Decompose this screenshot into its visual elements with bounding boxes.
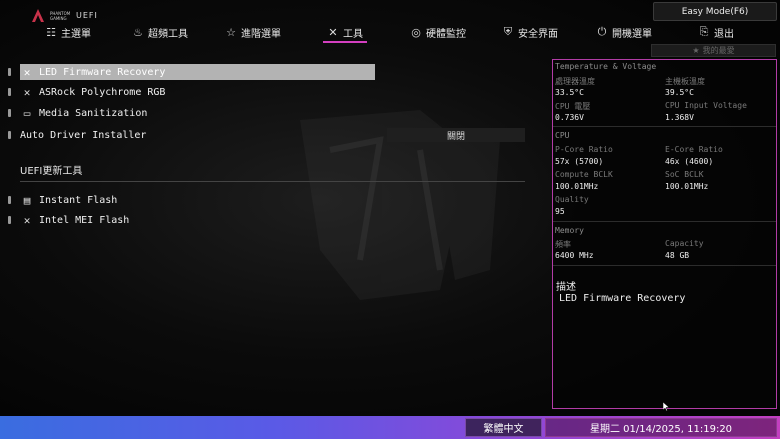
favorites-button[interactable]: ★ 我的最愛 — [651, 44, 776, 57]
item-marker — [8, 131, 11, 139]
compute-bclk-label: Compute BCLK — [555, 170, 613, 179]
menu-item-label: LED Firmware Recovery — [39, 66, 166, 78]
pcore-value: 57x (5700) — [555, 157, 604, 166]
cpu-heading: CPU — [555, 131, 570, 140]
menu-item-intel-mei-flash[interactable]: ✕ Intel MEI Flash — [8, 212, 368, 228]
uefi-label: UEFI — [76, 11, 98, 20]
tab-boot[interactable]: ⏻ 開機選單 — [596, 22, 652, 42]
cpu-voltage-label: CPU 電壓 — [555, 102, 591, 111]
tools-icon: ✕ — [328, 25, 338, 39]
mem-capacity-value: 48 GB — [665, 251, 690, 260]
tools-icon: ✕ — [23, 85, 31, 99]
menu-item-instant-flash[interactable]: ▤ Instant Flash — [8, 192, 368, 208]
star-icon: ★ — [692, 46, 700, 55]
menu-item-auto-driver-installer[interactable]: Auto Driver Installer 關閉 — [8, 127, 525, 143]
description-heading: 描述 — [556, 282, 576, 293]
item-marker — [8, 88, 11, 96]
cpu-voltage-value: 0.736V — [555, 113, 584, 122]
item-marker — [8, 196, 11, 204]
mouse-cursor-icon — [663, 402, 669, 411]
power-icon: ⏻ — [597, 25, 607, 38]
description-text: LED Firmware Recovery — [559, 293, 686, 304]
tab-exit[interactable]: ⎘ 退出 — [698, 22, 734, 42]
rom-icon: ▤ — [23, 193, 31, 207]
star-icon: ☆ — [226, 25, 236, 39]
panel-divider — [553, 265, 776, 266]
quality-label: Quality — [555, 195, 589, 204]
item-marker — [8, 68, 11, 76]
temp-voltage-heading: Temperature & Voltage — [555, 62, 657, 71]
tab-oc-label: 超頻工具 — [148, 28, 188, 40]
mem-freq-value: 6400 MHz — [555, 251, 594, 260]
menu-item-led-firmware-recovery[interactable]: ✕ LED Firmware Recovery — [8, 64, 375, 80]
tab-security-label: 安全界面 — [518, 28, 558, 40]
pcore-label: P-Core Ratio — [555, 145, 613, 154]
favorites-label: 我的最愛 — [702, 46, 735, 55]
menu-item-label: Intel MEI Flash — [39, 214, 130, 226]
compute-bclk-value: 100.01MHz — [555, 182, 599, 191]
menu-item-label: Media Sanitization — [39, 107, 148, 119]
tools-icon: ✕ — [23, 65, 31, 79]
menu-item-label: Auto Driver Installer — [20, 129, 147, 141]
mem-capacity-label: Capacity — [665, 239, 704, 248]
date-time-display: 星期二 01/14/2025, 11:19:20 — [545, 418, 777, 437]
soc-bclk-value: 100.01MHz — [665, 182, 709, 191]
tab-main[interactable]: ☷ 主選單 — [45, 22, 91, 42]
language-button[interactable]: 繁體中文 — [465, 418, 542, 437]
tools-icon: ✕ — [23, 213, 31, 227]
logo-text: PHANTOM GAMING — [50, 11, 71, 21]
tab-tools-label: 工具 — [343, 28, 363, 40]
status-panel: Temperature & Voltage 處理器溫度 33.5°C 主機板溫度… — [552, 59, 777, 409]
section-divider — [20, 181, 525, 182]
menu-item-label: Instant Flash — [39, 194, 118, 206]
tab-security[interactable]: ⛨ 安全界面 — [502, 22, 558, 42]
menu-item-media-sanitization[interactable]: ▭ Media Sanitization — [8, 105, 368, 121]
monitor-icon: ◎ — [411, 25, 421, 39]
cpu-temp-value: 33.5°C — [555, 88, 584, 97]
quality-value: 95 — [555, 207, 565, 216]
easy-mode-button[interactable]: Easy Mode(F6) — [653, 2, 777, 21]
tab-tools[interactable]: ✕ 工具 — [323, 22, 367, 43]
tab-oc-tweaker[interactable]: ♨ 超頻工具 — [132, 22, 188, 42]
main-nav: ☷ 主選單 ♨ 超頻工具 ☆ 進階選單 ✕ 工具 ◎ 硬體監控 ⛨ 安全界面 ⏻… — [40, 22, 780, 43]
panel-divider — [553, 126, 776, 127]
mb-temp-label: 主機板溫度 — [665, 77, 705, 86]
section-title-uefi-update: UEFI更新工具 — [20, 166, 83, 177]
cpu-input-label: CPU Input Voltage — [665, 101, 747, 110]
item-marker — [8, 109, 11, 117]
panel-divider — [553, 221, 776, 222]
auto-driver-value[interactable]: 關閉 — [387, 128, 525, 142]
folder-icon: ▭ — [23, 106, 31, 120]
tab-advanced[interactable]: ☆ 進階選單 — [225, 22, 281, 42]
memory-heading: Memory — [555, 226, 584, 235]
soc-bclk-label: SoC BCLK — [665, 170, 704, 179]
tab-exit-label: 退出 — [714, 28, 734, 40]
ecore-label: E-Core Ratio — [665, 145, 723, 154]
shield-icon: ⛨ — [503, 25, 513, 38]
exit-icon: ⎘ — [699, 25, 709, 38]
ecore-value: 46x (4600) — [665, 157, 714, 166]
cpu-input-value: 1.368V — [665, 113, 694, 122]
tab-boot-label: 開機選單 — [612, 28, 652, 40]
tab-advanced-label: 進階選單 — [241, 28, 281, 40]
flame-icon: ♨ — [133, 25, 143, 39]
grid-icon: ☷ — [46, 25, 56, 39]
tab-hw-monitor-label: 硬體監控 — [426, 28, 466, 40]
menu-item-polychrome-rgb[interactable]: ✕ ASRock Polychrome RGB — [8, 84, 368, 100]
tab-hw-monitor[interactable]: ◎ 硬體監控 — [410, 22, 466, 42]
mem-freq-label: 頻率 — [555, 240, 571, 249]
menu-item-label: ASRock Polychrome RGB — [39, 86, 166, 98]
mb-temp-value: 39.5°C — [665, 88, 694, 97]
tab-main-label: 主選單 — [61, 28, 91, 40]
cpu-temp-label: 處理器溫度 — [555, 77, 595, 86]
item-marker — [8, 216, 11, 224]
